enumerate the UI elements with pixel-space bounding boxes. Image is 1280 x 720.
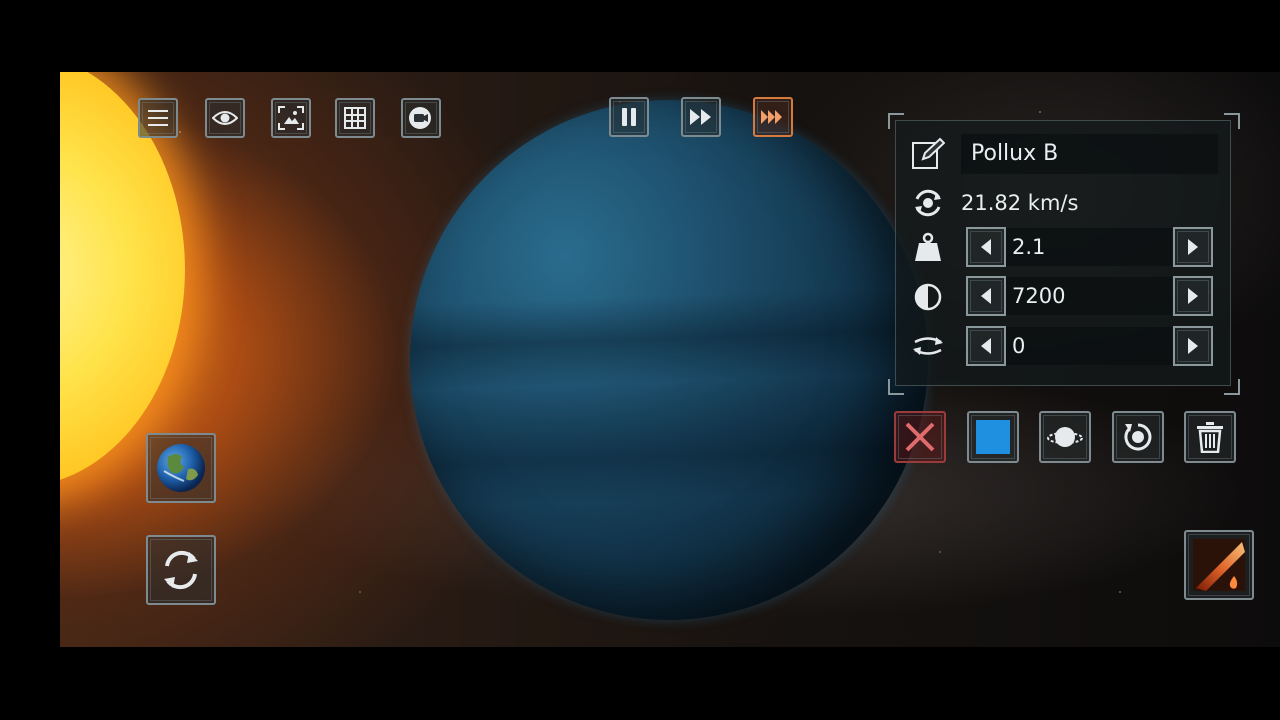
planet-library-button[interactable] <box>146 433 216 503</box>
close-icon <box>905 422 935 452</box>
view-button[interactable] <box>205 98 245 138</box>
arrow-left-icon <box>981 338 991 354</box>
orbit-speed-icon <box>915 189 941 217</box>
pause-button[interactable] <box>609 97 649 137</box>
pie-gauge-icon <box>914 283 942 311</box>
screenshot-icon <box>278 106 304 130</box>
grid-button[interactable] <box>335 98 375 138</box>
mass-increase-button[interactable] <box>1173 227 1213 267</box>
screenshot-button[interactable] <box>271 98 311 138</box>
switch-mode-button[interactable] <box>146 535 216 605</box>
temperature-decrease-button[interactable] <box>966 276 1006 316</box>
arrow-left-icon <box>981 239 991 255</box>
selected-planet[interactable] <box>410 100 928 620</box>
arrow-right-icon <box>1188 288 1198 304</box>
close-panel-button[interactable] <box>894 411 946 463</box>
arrow-left-icon <box>981 288 991 304</box>
rotation-value[interactable]: 0 <box>1006 327 1172 365</box>
ring-icon <box>1047 427 1083 447</box>
weight-icon <box>915 232 941 261</box>
eye-icon <box>212 111 238 125</box>
arrow-right-icon <box>1188 338 1198 354</box>
mass-decrease-button[interactable] <box>966 227 1006 267</box>
weapon-selector-button[interactable] <box>1184 530 1254 600</box>
temperature-label-icon <box>909 280 947 314</box>
arrow-right-icon <box>1188 239 1198 255</box>
color-picker-button[interactable] <box>967 411 1019 463</box>
fast-forward-icon <box>690 109 711 125</box>
fast-forward-button[interactable] <box>681 97 721 137</box>
earth-planet-icon <box>157 444 205 492</box>
edit-pencil-icon <box>912 137 945 169</box>
camera-record-icon <box>409 107 431 129</box>
meteor-fire-icon <box>1193 539 1245 591</box>
pause-icon <box>622 108 636 126</box>
faster-forward-icon <box>761 110 782 124</box>
menu-button[interactable] <box>138 98 178 138</box>
color-swatch <box>976 420 1010 454</box>
trash-icon <box>1197 422 1223 453</box>
velocity-label-icon <box>909 186 947 220</box>
rotation-decrease-button[interactable] <box>966 326 1006 366</box>
object-name-field[interactable]: Pollux B <box>961 134 1218 174</box>
rings-button[interactable] <box>1039 411 1091 463</box>
reset-orbit-button[interactable] <box>1112 411 1164 463</box>
temperature-value[interactable]: 7200 <box>1006 277 1172 315</box>
temperature-increase-button[interactable] <box>1173 276 1213 316</box>
velocity-value: 21.82 km/s <box>961 191 1079 215</box>
mass-value[interactable]: 2.1 <box>1006 228 1172 266</box>
rotation-label-icon <box>909 329 947 363</box>
delete-object-button[interactable] <box>1184 411 1236 463</box>
mass-label-icon <box>909 230 947 264</box>
record-button[interactable] <box>401 98 441 138</box>
grid-icon <box>344 107 366 129</box>
refresh-icon <box>164 550 198 590</box>
faster-forward-button[interactable] <box>753 97 793 137</box>
menu-icon <box>148 110 168 126</box>
reset-orbit-icon <box>1124 423 1152 451</box>
rotation-increase-button[interactable] <box>1173 326 1213 366</box>
rotation-icon <box>913 337 943 355</box>
rename-button[interactable] <box>909 137 947 171</box>
